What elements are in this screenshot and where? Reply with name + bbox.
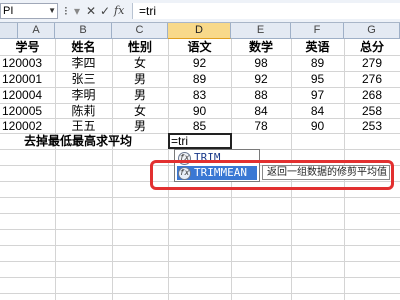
column-header-b[interactable]: B — [55, 23, 112, 39]
student-id-cell[interactable]: 120002 — [2, 119, 54, 134]
total-score-cell[interactable]: 268 — [344, 88, 400, 103]
math-score-cell[interactable]: 84 — [231, 104, 291, 119]
grid-line — [0, 245, 400, 246]
column-header-a[interactable]: A — [18, 23, 55, 39]
annotation-highlight-box — [150, 160, 394, 190]
formula-options-icon[interactable]: ⁝ — [64, 3, 68, 19]
table-header-cell[interactable]: 英语 — [291, 40, 344, 55]
table-header-cell[interactable]: 总分 — [344, 40, 400, 55]
gender-cell[interactable]: 女 — [112, 104, 168, 119]
name-box[interactable]: PI ▼ — [0, 3, 58, 19]
english-score-cell[interactable]: 90 — [291, 119, 344, 134]
gender-cell[interactable]: 女 — [112, 56, 168, 71]
total-score-cell[interactable]: 253 — [344, 119, 400, 134]
column-header-e[interactable]: E — [231, 23, 291, 39]
english-score-cell[interactable]: 95 — [291, 72, 344, 87]
select-all-corner[interactable] — [0, 23, 18, 39]
grid-line — [0, 229, 400, 230]
column-header-g[interactable]: G — [344, 23, 400, 39]
student-id-cell[interactable]: 120001 — [2, 72, 54, 87]
grid-line — [0, 261, 400, 262]
gender-cell[interactable]: 男 — [112, 119, 168, 134]
math-score-cell[interactable]: 98 — [231, 56, 291, 71]
table-header-cell[interactable]: 姓名 — [55, 40, 112, 55]
name-cell[interactable]: 陈莉 — [55, 104, 112, 119]
table-header-cell[interactable]: 语文 — [168, 40, 231, 55]
total-score-cell[interactable]: 276 — [344, 72, 400, 87]
grid-line — [0, 277, 400, 278]
column-header-d[interactable]: D — [168, 23, 231, 39]
table-header-cell[interactable]: 学号 — [0, 40, 55, 55]
grid-line — [0, 213, 400, 214]
english-score-cell[interactable]: 89 — [291, 56, 344, 71]
column-header-f[interactable]: F — [291, 23, 344, 39]
math-score-cell[interactable]: 92 — [231, 72, 291, 87]
student-id-cell[interactable]: 120005 — [2, 104, 54, 119]
table-header-cell[interactable]: 数学 — [231, 40, 291, 55]
math-score-cell[interactable]: 78 — [231, 119, 291, 134]
active-cell-value[interactable]: =tri — [171, 133, 188, 149]
gender-cell[interactable]: 男 — [112, 72, 168, 87]
enter-icon[interactable]: ✓ — [100, 3, 110, 19]
chinese-score-cell[interactable]: 83 — [168, 88, 231, 103]
chinese-score-cell[interactable]: 92 — [168, 56, 231, 71]
student-id-cell[interactable]: 120003 — [2, 56, 54, 71]
table-header-cell[interactable]: 性别 — [112, 40, 168, 55]
column-header-c[interactable]: C — [112, 23, 168, 39]
formula-input[interactable]: =tri — [133, 3, 400, 19]
name-box-value: PI — [3, 5, 14, 17]
chevron-down-icon[interactable]: ▼ — [48, 4, 56, 18]
grid-line — [0, 197, 400, 198]
math-score-cell[interactable]: 88 — [231, 88, 291, 103]
english-score-cell[interactable]: 84 — [291, 104, 344, 119]
chinese-score-cell[interactable]: 85 — [168, 119, 231, 134]
cancel-icon[interactable]: ✕ — [86, 3, 96, 19]
chinese-score-cell[interactable]: 89 — [168, 72, 231, 87]
gender-cell[interactable]: 男 — [112, 88, 168, 103]
total-score-cell[interactable]: 279 — [344, 56, 400, 71]
total-score-cell[interactable]: 258 — [344, 104, 400, 119]
insert-dropdown-icon[interactable]: ▾ — [74, 3, 80, 19]
name-cell[interactable]: 张三 — [55, 72, 112, 87]
formula-bar: PI ▼ ⁝ ▾ ✕ ✓ fx =tri — [0, 0, 400, 23]
name-cell[interactable]: 李明 — [55, 88, 112, 103]
average-label: 去掉最低最高求平均 — [24, 134, 133, 148]
grid-line — [0, 293, 400, 294]
english-score-cell[interactable]: 97 — [291, 88, 344, 103]
name-cell[interactable]: 李四 — [55, 56, 112, 71]
chinese-score-cell[interactable]: 90 — [168, 104, 231, 119]
insert-function-button[interactable]: fx — [114, 3, 124, 19]
student-id-cell[interactable]: 120004 — [2, 88, 54, 103]
name-cell[interactable]: 王五 — [55, 119, 112, 134]
